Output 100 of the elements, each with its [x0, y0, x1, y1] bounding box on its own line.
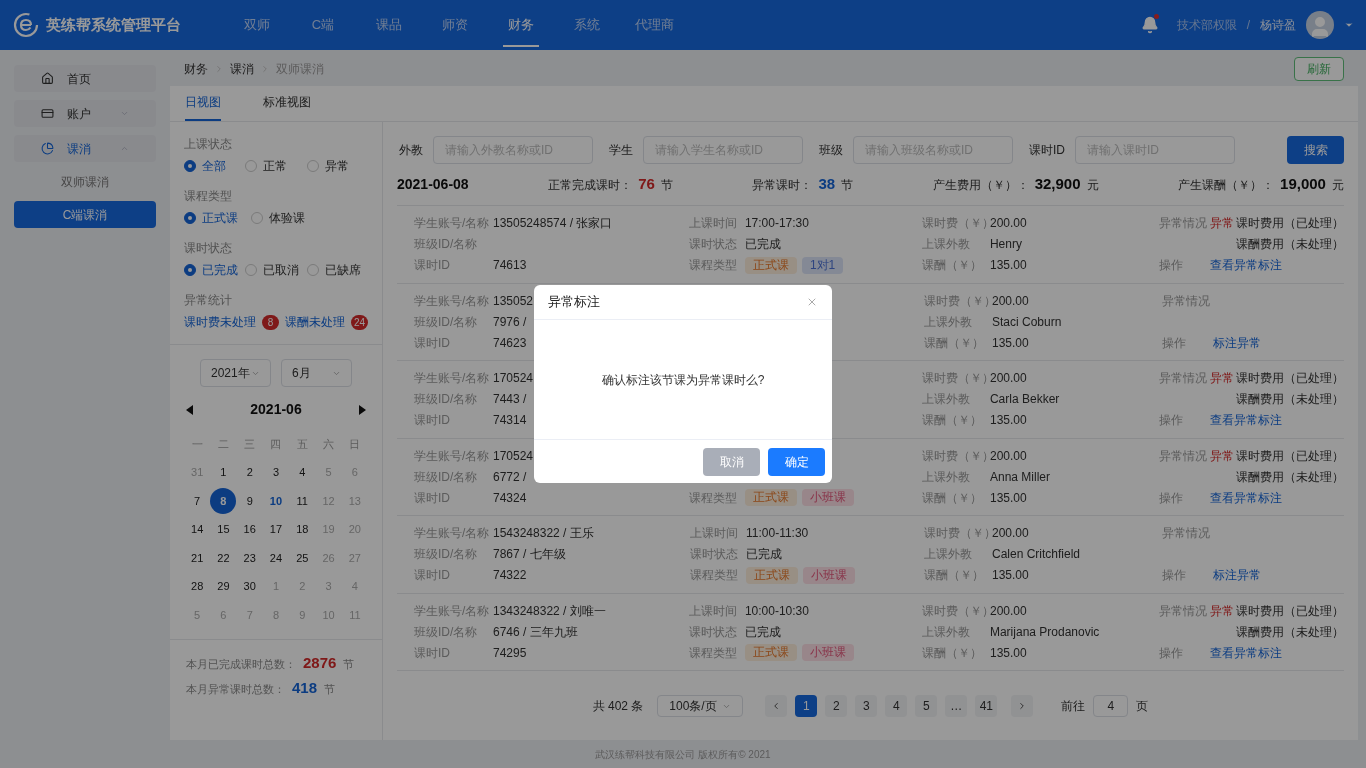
field-value: 135.00 — [992, 567, 1029, 584]
prev-month-icon[interactable] — [186, 404, 193, 415]
calendar-day[interactable]: 24 — [263, 544, 289, 571]
nav-tab[interactable]: 代理商 — [635, 5, 674, 47]
page-size-select[interactable]: 100条/页 — [657, 695, 744, 717]
action-link[interactable]: 标注异常 — [1213, 567, 1261, 584]
cancel-button[interactable]: 取消 — [703, 447, 760, 476]
nav-tab[interactable]: 财务 — [503, 5, 539, 47]
calendar-day[interactable]: 23 — [236, 544, 263, 571]
sidebar-item[interactable]: 首页 — [14, 65, 156, 92]
close-icon[interactable] — [806, 296, 818, 308]
action-link[interactable]: 查看异常标注 — [1210, 257, 1282, 274]
page-input[interactable]: 4 — [1093, 695, 1129, 717]
field-value: 10:00-10:30 — [744, 602, 809, 619]
action-link[interactable]: 查看异常标注 — [1210, 412, 1282, 429]
caret-icon[interactable] — [1344, 20, 1354, 30]
radio-option[interactable]: 正式课 — [184, 210, 251, 226]
stat-link[interactable]: 课时费未处理 — [184, 314, 256, 330]
action-link[interactable]: 标注异常 — [1213, 334, 1261, 351]
bell-icon[interactable] — [1140, 16, 1159, 34]
field-label: 异常情况 — [1162, 292, 1211, 309]
search-label: 课时ID — [1029, 142, 1065, 158]
page-button[interactable]: 3 — [855, 695, 878, 717]
calendar-day[interactable]: 17 — [263, 516, 289, 543]
radio-option[interactable]: 体验课 — [251, 210, 318, 226]
calendar-day[interactable]: 4 — [289, 459, 316, 486]
view-tab[interactable]: 日视图 — [185, 94, 221, 121]
field-value: 课时费用（已处理） — [1236, 370, 1344, 387]
radio-option[interactable]: 已完成 — [184, 262, 246, 278]
view-tab[interactable]: 标准视图 — [263, 94, 311, 121]
nav-tab[interactable]: 双师 — [239, 5, 275, 47]
avatar-icon[interactable] — [1306, 11, 1334, 39]
radio-option[interactable]: 已取消 — [245, 262, 307, 278]
calendar-day[interactable]: 16 — [236, 516, 263, 543]
field-value: 200.00 — [989, 370, 1027, 387]
stat-link[interactable]: 课酬未处理 — [284, 314, 345, 330]
calendar-day[interactable]: 29 — [210, 573, 237, 600]
calendar-day[interactable]: 11 — [289, 487, 316, 514]
action-link[interactable]: 查看异常标注 — [1210, 489, 1282, 506]
field-value: Marijana Prodanovic — [989, 623, 1100, 640]
calendar-day[interactable]: 7 — [184, 487, 211, 514]
filter-title: 课程类型 — [184, 188, 233, 204]
calendar-day[interactable]: 3 — [263, 459, 289, 486]
page-button[interactable]: 41 — [975, 695, 998, 717]
calendar-day[interactable]: 1 — [210, 459, 237, 486]
nav-tab[interactable]: 课品 — [371, 5, 407, 47]
field-label: 课时费（￥） — [921, 215, 990, 232]
search-button[interactable]: 搜索 — [1287, 136, 1344, 164]
calendar-day[interactable]: 10 — [263, 487, 289, 514]
field-value: 74623 — [493, 334, 527, 351]
radio-option[interactable]: 异常 — [306, 158, 368, 174]
radio-option[interactable]: 已缺席 — [306, 262, 368, 278]
nav-tab[interactable]: C端 — [305, 5, 341, 47]
search-label: 学生 — [609, 142, 633, 158]
course-tag: 正式课 — [744, 256, 797, 274]
field-value: 170524 — [493, 370, 534, 387]
page-button[interactable]: 5 — [915, 695, 938, 717]
sidebar-item[interactable]: 账户 — [14, 100, 156, 127]
calendar-day[interactable]: 18 — [289, 516, 316, 543]
field-label: 操作 — [1159, 257, 1184, 274]
calendar-day[interactable]: 15 — [210, 516, 237, 543]
field-label: 课时费（￥） — [921, 602, 990, 619]
sidebar-subitem[interactable]: 双师课消 — [14, 168, 156, 195]
sidebar-item[interactable]: 课消 — [14, 135, 156, 162]
confirm-button[interactable]: 确定 — [768, 447, 825, 476]
select-field[interactable]: 2021年 — [200, 359, 271, 387]
sidebar-subitem[interactable]: C端课消 — [14, 201, 156, 228]
field-label: 课程类型 — [688, 257, 738, 274]
action-link[interactable]: 查看异常标注 — [1210, 644, 1282, 661]
breadcrumb-item[interactable]: 财务 — [184, 61, 208, 77]
calendar-day[interactable]: 22 — [210, 544, 237, 571]
nav-tab[interactable]: 师资 — [437, 5, 473, 47]
field-label: 课酬（￥） — [921, 412, 983, 429]
calendar-day[interactable]: 9 — [236, 487, 263, 514]
calendar-day[interactable]: 30 — [236, 573, 263, 600]
radio-option[interactable]: 全部 — [184, 158, 246, 174]
breadcrumb-item[interactable]: 课消 — [230, 61, 254, 77]
refresh-button[interactable]: 刷新 — [1294, 57, 1344, 81]
page-button[interactable]: 4 — [885, 695, 908, 717]
calendar-day[interactable]: 8 — [210, 487, 237, 514]
page-button[interactable]: 1 — [795, 695, 818, 717]
field-label: 异常情况 — [1159, 602, 1208, 619]
nav-tab[interactable]: 系统 — [569, 5, 605, 47]
summary-label: 产生费用（￥）： — [932, 177, 1029, 194]
page-button[interactable]: … — [945, 695, 968, 717]
page-button[interactable]: 2 — [825, 695, 848, 717]
field-label: 学生账号/名称 — [414, 602, 491, 619]
calendar-day[interactable]: 14 — [184, 516, 211, 543]
calendar-day[interactable]: 2 — [236, 459, 263, 486]
field-value: 7443 / — [493, 391, 527, 408]
sidebar-icon — [41, 72, 54, 85]
field-value: 135.00 — [989, 489, 1027, 506]
calendar-day[interactable]: 21 — [184, 544, 211, 571]
next-month-icon[interactable] — [359, 404, 366, 415]
radio-option[interactable]: 正常 — [245, 158, 307, 174]
select-field[interactable]: 6月 — [281, 359, 352, 387]
calendar-day[interactable]: 25 — [289, 544, 316, 571]
search-label: 外教 — [399, 142, 423, 158]
calendar-day[interactable]: 28 — [184, 573, 211, 600]
field-label: 课酬（￥） — [924, 567, 985, 584]
